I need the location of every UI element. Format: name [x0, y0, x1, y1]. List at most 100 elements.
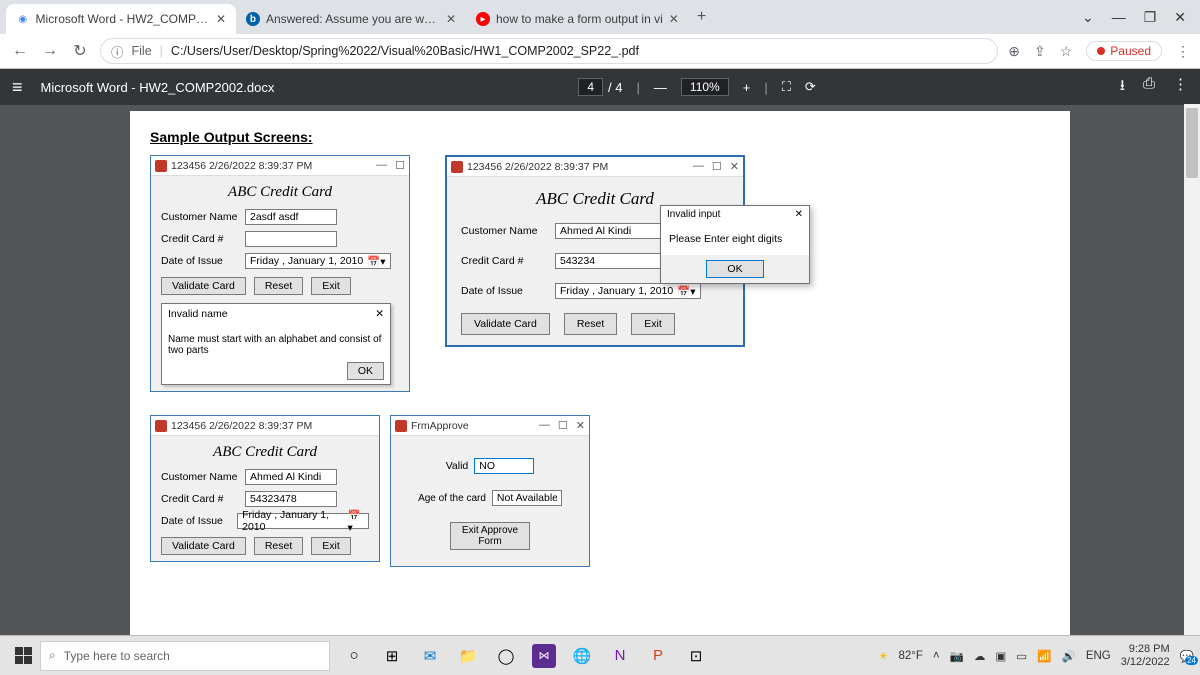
notifications-icon[interactable]: 💬24	[1180, 649, 1194, 663]
rotate-icon[interactable]: ⟳	[805, 79, 816, 95]
new-tab-button[interactable]: +	[689, 8, 714, 26]
customer-input[interactable]	[245, 209, 337, 225]
reset-button[interactable]: Reset	[564, 313, 617, 335]
close-icon[interactable]: ✕	[576, 419, 585, 432]
mail-icon[interactable]: ✉	[418, 644, 442, 668]
exit-approve-button[interactable]: Exit Approve Form	[450, 522, 530, 550]
zoom-out-button[interactable]: —	[654, 80, 667, 95]
sound-icon[interactable]: 🔊	[1061, 649, 1075, 663]
customer-input[interactable]	[245, 469, 337, 485]
close-icon[interactable]: ✕	[375, 308, 384, 320]
wifi-icon[interactable]: 📶	[1037, 649, 1051, 663]
app2-icon[interactable]: ⊡	[684, 644, 708, 668]
app-icon	[155, 160, 167, 172]
address-bar[interactable]: ⓘ File | C:/Users/User/Desktop/Spring%20…	[100, 38, 998, 64]
close-icon[interactable]: ✕	[795, 209, 803, 220]
camera-icon[interactable]: 📷	[950, 649, 964, 663]
forward-button[interactable]: →	[40, 42, 60, 60]
back-button[interactable]: ←	[10, 42, 30, 60]
chevron-down-icon[interactable]: ⌄	[1082, 9, 1094, 26]
scrollbar-thumb[interactable]	[1186, 108, 1198, 178]
weather-icon[interactable]: ☀	[878, 649, 888, 663]
hamburger-icon[interactable]: ≡	[12, 77, 23, 98]
exit-button[interactable]: Exit	[311, 537, 351, 555]
page-current[interactable]: 4	[578, 78, 603, 96]
zoom-level[interactable]: 110%	[681, 78, 729, 96]
minimize-icon[interactable]: —	[693, 160, 704, 173]
download-icon[interactable]: ⭳	[1120, 75, 1125, 100]
more-icon[interactable]: ⋮	[1173, 75, 1188, 100]
battery-icon[interactable]: ▭	[1016, 649, 1027, 663]
message-box: Invalid input✕ Please Enter eight digits…	[660, 205, 810, 284]
star-icon[interactable]: ☆	[1060, 43, 1073, 60]
weather-temp[interactable]: 82°F	[898, 650, 922, 662]
card-input[interactable]	[245, 231, 337, 247]
card-input[interactable]	[555, 253, 665, 269]
calendar-icon[interactable]: 📅▾	[677, 285, 695, 298]
meet-icon[interactable]: ▣	[995, 649, 1006, 663]
minimize-icon[interactable]: —	[539, 419, 550, 432]
customer-input[interactable]	[555, 223, 665, 239]
onenote-icon[interactable]: N	[608, 644, 632, 668]
exit-button[interactable]: Exit	[311, 277, 351, 295]
tab-close-icon[interactable]: ✕	[669, 12, 679, 26]
form-window-1: 123456 2/26/2022 8:39:37 PM—☐ ABC Credit…	[150, 155, 410, 392]
card-input[interactable]	[245, 491, 337, 507]
tab-1[interactable]: b Answered: Assume you are work ✕	[236, 4, 466, 34]
tab-close-icon[interactable]: ✕	[216, 12, 226, 26]
minimize-icon[interactable]: —	[1112, 9, 1126, 26]
tab-2[interactable]: ▸ how to make a form output in vi ✕	[466, 4, 689, 34]
validate-button[interactable]: Validate Card	[461, 313, 550, 335]
form-window-3: 123456 2/26/2022 8:39:37 PM ABC Credit C…	[150, 415, 380, 562]
taskbar-search[interactable]: ⌕Type here to search	[40, 641, 330, 671]
tab-close-icon[interactable]: ✕	[446, 12, 456, 26]
reload-button[interactable]: ↻	[70, 41, 90, 61]
fit-page-icon[interactable]: ⛶	[782, 79, 791, 95]
pdf-filename: Microsoft Word - HW2_COMP2002.docx	[41, 80, 275, 95]
reset-button[interactable]: Reset	[254, 277, 303, 295]
maximize-icon[interactable]: ☐	[558, 419, 568, 432]
maximize-icon[interactable]: ☐	[712, 160, 722, 173]
age-label: Age of the card	[418, 493, 486, 504]
date-picker[interactable]: Friday , January 1, 2010📅▾	[245, 253, 391, 269]
ok-button[interactable]: OK	[347, 362, 384, 380]
document-viewport: Sample Output Screens: 123456 2/26/2022 …	[0, 105, 1200, 636]
maximize-icon[interactable]: ❐	[1144, 9, 1157, 26]
vs-icon[interactable]: ⋈	[532, 644, 556, 668]
clock[interactable]: 9:28 PM 3/12/2022	[1121, 643, 1170, 668]
chrome-icon[interactable]: ◯	[494, 644, 518, 668]
onedrive-icon[interactable]: ☁	[974, 649, 986, 663]
validate-button[interactable]: Validate Card	[161, 537, 246, 555]
info-icon[interactable]: ⓘ	[111, 42, 124, 61]
zoom-in-button[interactable]: +	[743, 80, 751, 95]
lang-indicator[interactable]: ENG	[1086, 650, 1111, 662]
date-picker[interactable]: Friday , January 1, 2010📅▾	[555, 283, 701, 299]
calendar-icon[interactable]: 📅▾	[348, 509, 364, 534]
taskview-icon[interactable]: ⊞	[380, 644, 404, 668]
share-icon[interactable]: ⇪	[1034, 43, 1046, 60]
vertical-scrollbar[interactable]	[1184, 104, 1200, 635]
print-icon[interactable]: ⎙	[1143, 75, 1155, 100]
profile-paused[interactable]: Paused	[1086, 41, 1162, 61]
ok-button[interactable]: OK	[706, 260, 763, 278]
reset-button[interactable]: Reset	[254, 537, 303, 555]
tab-0[interactable]: ◉ Microsoft Word - HW2_COMP200 ✕	[6, 4, 236, 34]
exit-button[interactable]: Exit	[631, 313, 675, 335]
powerpoint-icon[interactable]: P	[646, 644, 670, 668]
maximize-icon[interactable]: ☐	[395, 159, 405, 172]
explorer-icon[interactable]: 📁	[456, 644, 480, 668]
valid-field[interactable]	[474, 458, 534, 474]
app-icon[interactable]: 🌐	[570, 644, 594, 668]
cortana-icon[interactable]: ○	[342, 644, 366, 668]
tray-up-icon[interactable]: ˄	[933, 650, 940, 662]
minimize-icon[interactable]: —	[376, 159, 387, 172]
close-icon[interactable]: ✕	[1174, 9, 1186, 26]
date-picker[interactable]: Friday , January 1, 2010📅▾	[237, 513, 369, 529]
zoom-icon[interactable]: ⊕	[1008, 43, 1020, 60]
calendar-icon[interactable]: 📅▾	[367, 255, 385, 268]
age-field[interactable]	[492, 490, 562, 506]
close-icon[interactable]: ✕	[730, 160, 739, 173]
menu-icon[interactable]: ⋮	[1176, 43, 1190, 60]
validate-button[interactable]: Validate Card	[161, 277, 246, 295]
start-button[interactable]	[6, 641, 40, 671]
